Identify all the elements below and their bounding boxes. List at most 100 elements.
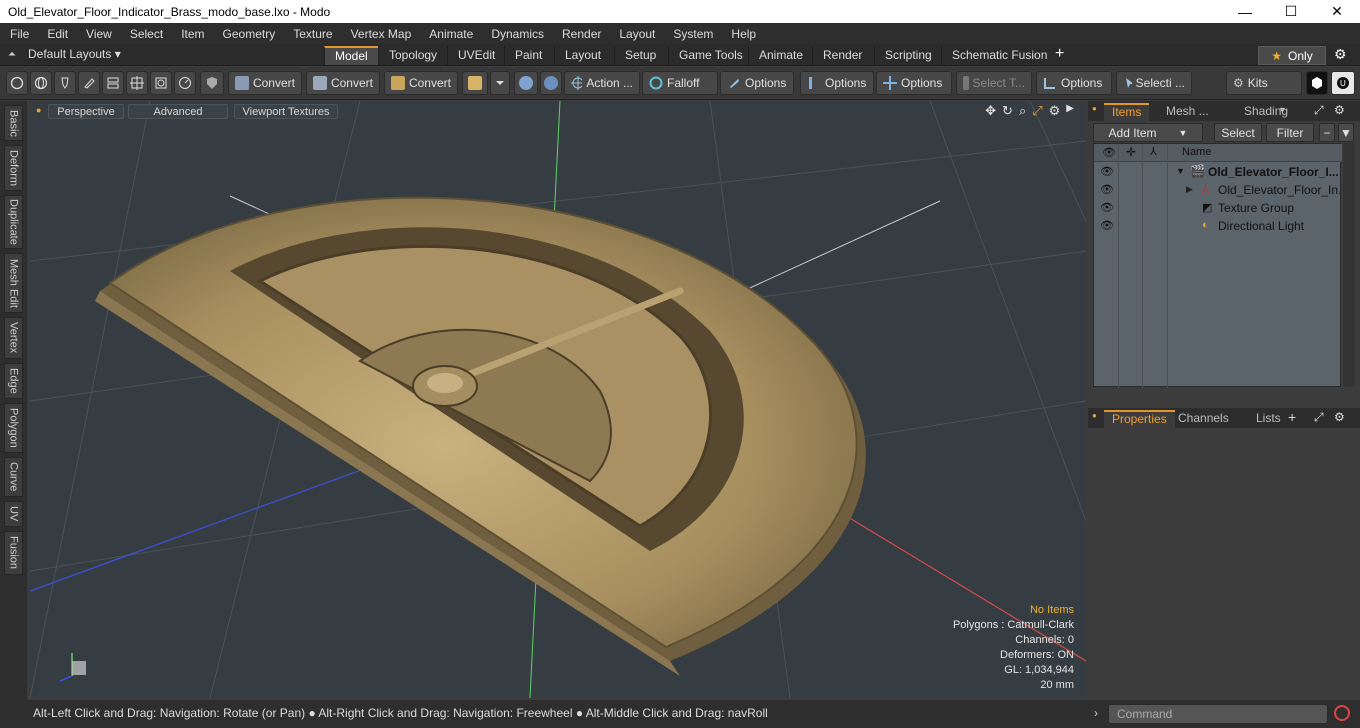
frame-icon[interactable] — [150, 71, 172, 95]
list-item[interactable]: 👁 ◐ Directional Light — [1094, 217, 1342, 235]
selection-button[interactable]: Selecti ... — [1116, 71, 1192, 95]
options-button-3[interactable]: Options — [876, 71, 952, 95]
menu-item[interactable]: Item — [171, 27, 212, 41]
eye-icon[interactable]: 👁 — [1100, 183, 1114, 197]
only-toggle-button[interactable]: ★ Only — [1258, 46, 1326, 65]
vtab-polygon[interactable]: Polygon — [4, 403, 23, 453]
options-button-2[interactable]: Options — [800, 71, 874, 95]
add-tab-icon[interactable]: + — [1288, 409, 1296, 425]
tab-game-tools[interactable]: Game Tools — [668, 46, 753, 65]
close-button[interactable]: ✕ — [1314, 0, 1360, 23]
perspective-dropdown[interactable]: Perspective — [48, 104, 124, 119]
circle-select-icon[interactable] — [6, 71, 28, 95]
menu-render[interactable]: Render — [552, 27, 609, 41]
shield-icon[interactable] — [200, 71, 224, 95]
clock-icon[interactable] — [174, 71, 196, 95]
tab-render[interactable]: Render — [812, 46, 872, 65]
maximize-button[interactable]: ☐ — [1268, 0, 1314, 23]
symmetry-icon[interactable] — [540, 71, 562, 95]
vtab-duplicate[interactable]: Duplicate — [4, 195, 23, 249]
tab-uvedit[interactable]: UVEdit — [447, 46, 505, 65]
expand-panel-icon[interactable]: ⤢ — [1314, 410, 1324, 425]
list-item[interactable]: 👁 ▼ 🎬 Old_Elevator_Floor_I... — [1094, 163, 1342, 181]
advanced-dropdown[interactable]: Advanced — [128, 104, 228, 119]
tab-mesh[interactable]: Mesh ... — [1158, 103, 1217, 121]
layouts-dropdown[interactable]: ⏶ Default Layouts ▾ — [8, 47, 121, 61]
menu-view[interactable]: View — [76, 27, 120, 41]
tab-shading[interactable]: Shading — [1236, 103, 1296, 121]
pen-icon[interactable] — [54, 71, 76, 95]
vtab-basic[interactable]: Basic — [4, 105, 23, 141]
expand-down-icon[interactable]: ▼ — [1176, 166, 1185, 176]
menu-geometry[interactable]: Geometry — [213, 27, 284, 41]
unity-icon[interactable] — [1306, 71, 1328, 95]
vtab-vertex[interactable]: Vertex — [4, 317, 23, 359]
tab-paint[interactable]: Paint — [504, 46, 552, 65]
menu-dynamics[interactable]: Dynamics — [481, 27, 552, 41]
menu-layout[interactable]: Layout — [609, 27, 663, 41]
vtab-edge[interactable]: Edge — [4, 363, 23, 399]
menu-select[interactable]: Select — [120, 27, 171, 41]
tab-model[interactable]: Model — [324, 46, 378, 65]
kits-button[interactable]: ⚙ Kits — [1226, 71, 1302, 95]
tab-channels[interactable]: Channels — [1170, 410, 1237, 428]
convert-button-2[interactable]: Convert — [306, 71, 380, 95]
zoom-icon[interactable]: ⌕ — [1019, 103, 1026, 119]
select-through-button[interactable]: Select T... — [956, 71, 1032, 95]
tab-properties[interactable]: Properties — [1104, 410, 1175, 428]
options-button-4[interactable]: Options — [1036, 71, 1112, 95]
falloff-button[interactable]: Falloff — [642, 71, 718, 95]
play-icon[interactable]: ▶ — [1066, 103, 1074, 119]
viewport-textures-dropdown[interactable]: Viewport Textures — [234, 104, 338, 119]
filter-button[interactable]: Filter — [1266, 123, 1314, 142]
brush-icon[interactable] — [78, 71, 100, 95]
select-button[interactable]: Select — [1214, 123, 1262, 142]
tab-lists[interactable]: Lists — [1248, 410, 1289, 428]
tab-layout[interactable]: Layout — [554, 46, 611, 65]
unreal-icon[interactable]: U — [1331, 71, 1355, 95]
panel-options-icon[interactable]: ⚙ — [1334, 103, 1345, 117]
vtab-mesh-edit[interactable]: Mesh Edit — [4, 253, 23, 313]
tab-items[interactable]: Items — [1104, 103, 1150, 121]
menu-animate[interactable]: Animate — [419, 27, 481, 41]
vtab-fusion[interactable]: Fusion — [4, 531, 23, 575]
menu-edit[interactable]: Edit — [37, 27, 76, 41]
rotate-icon[interactable]: ↻ — [1002, 103, 1013, 119]
tab-scripting[interactable]: Scripting — [874, 46, 942, 65]
collapse-icon[interactable]: − — [1319, 123, 1335, 142]
eye-icon[interactable]: 👁 — [1100, 165, 1114, 179]
expand-right-icon[interactable]: ▶ — [1186, 184, 1193, 195]
options-button-1[interactable]: Options — [720, 71, 794, 95]
vtab-uv[interactable]: UV — [4, 501, 23, 527]
tab-topology[interactable]: Topology — [378, 46, 447, 65]
box-icon[interactable] — [462, 71, 488, 95]
vtab-curve[interactable]: Curve — [4, 457, 23, 497]
tab-schematic-fusion[interactable]: Schematic Fusion — [941, 46, 1057, 65]
snap-shield-icon[interactable] — [514, 71, 538, 95]
viewport-gear-icon[interactable]: ⚙ — [1049, 103, 1061, 119]
eye-icon[interactable]: 👁 — [1100, 219, 1114, 233]
minimize-button[interactable]: — — [1222, 0, 1268, 23]
pan-icon[interactable]: ✥ — [985, 103, 996, 119]
add-tab-plus-icon[interactable]: + — [1055, 45, 1064, 63]
menu-system[interactable]: System — [663, 27, 721, 41]
menu-texture[interactable]: Texture — [283, 27, 340, 41]
list-item[interactable]: 👁 ◩ Texture Group — [1094, 199, 1342, 217]
menu-vertex-map[interactable]: Vertex Map — [341, 27, 420, 41]
maximize-icon[interactable]: ⤢ — [1032, 103, 1042, 119]
shading-chevron-icon[interactable]: ▼ — [1278, 105, 1287, 115]
command-input[interactable]: Command — [1108, 704, 1328, 724]
grid-icon[interactable] — [126, 71, 148, 95]
viewport-scene[interactable] — [30, 101, 1086, 698]
funnel-icon[interactable]: ▼ — [1338, 123, 1354, 142]
name-column-header[interactable]: Name — [1182, 146, 1211, 158]
globe-icon[interactable] — [30, 71, 52, 95]
add-item-button[interactable]: Add Item ▼ — [1093, 123, 1203, 142]
expand-panel-icon[interactable]: ⤢ — [1314, 103, 1324, 118]
convert-button-3[interactable]: Convert — [384, 71, 458, 95]
layout-switch-icon[interactable]: ⏶ — [8, 49, 16, 60]
record-icon[interactable] — [1334, 705, 1350, 721]
menu-help[interactable]: Help — [721, 27, 764, 41]
gear-icon[interactable]: ⚙ — [1334, 46, 1347, 63]
stack-icon[interactable] — [102, 71, 124, 95]
